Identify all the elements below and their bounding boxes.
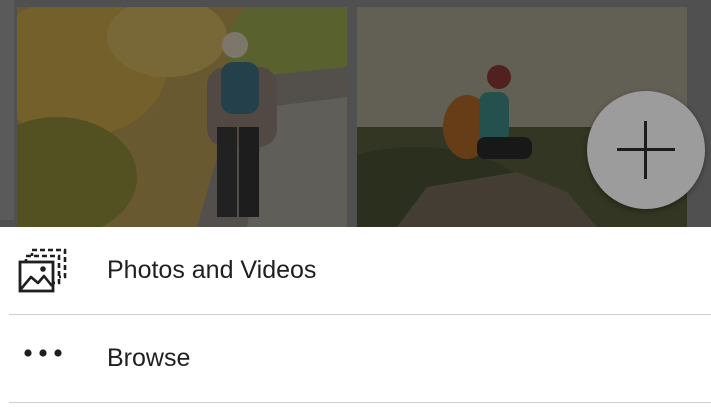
plus-icon-vertical [644,121,647,179]
bottom-sheet: Photos and Videos Browse [0,227,711,415]
photos-videos-icon [18,248,68,294]
photo-thumbnail-partial[interactable] [0,0,14,220]
photo-thumbnail-hiker[interactable] [17,7,347,227]
screen: Photos and Videos Browse [0,0,711,415]
sheet-item-browse[interactable]: Browse [0,315,711,402]
sheet-item-photos-and-videos[interactable]: Photos and Videos [0,227,711,314]
add-fab-button[interactable] [587,91,705,209]
sheet-item-label: Browse [107,344,191,372]
divider [9,402,711,403]
more-dots-icon [22,347,64,359]
sheet-item-label: Photos and Videos [107,256,317,284]
